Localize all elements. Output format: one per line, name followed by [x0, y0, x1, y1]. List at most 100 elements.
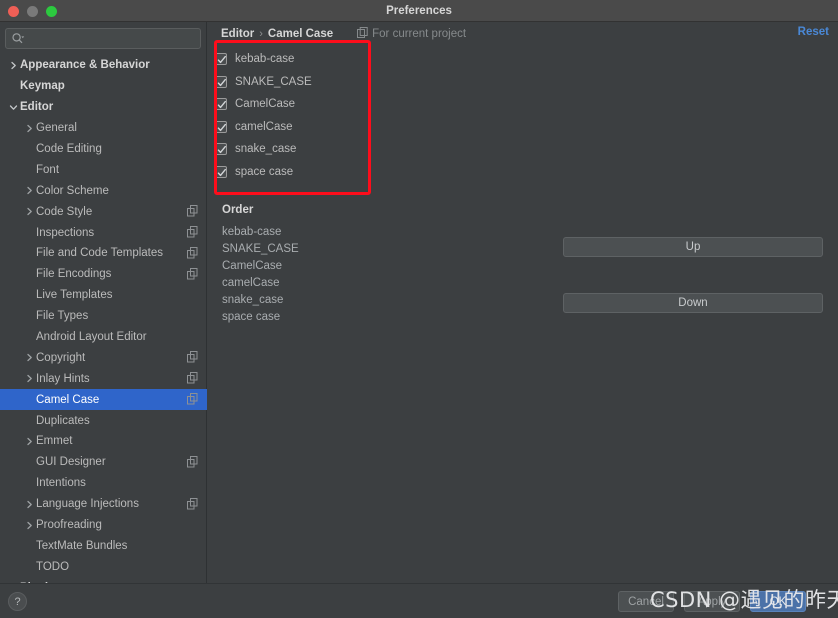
sidebar-item-duplicates[interactable]: Duplicates [0, 410, 207, 431]
checkbox-snake-case[interactable] [215, 75, 227, 88]
copy-settings-icon[interactable] [187, 497, 198, 510]
sidebar-item-file-encodings[interactable]: File Encodings [0, 264, 207, 285]
sidebar-item-live-templates[interactable]: Live Templates [0, 285, 207, 306]
move-down-button[interactable]: Down [563, 293, 823, 313]
sidebar-item-label: TextMate Bundles [36, 539, 128, 552]
dialog-footer: ? Cancel Apply OK [0, 583, 838, 618]
project-scope-label: For current project [372, 28, 467, 40]
checkbox-row[interactable]: CamelCase [215, 93, 515, 116]
settings-detail-pane: Editor › Camel Case For current project … [207, 22, 838, 583]
order-list-item[interactable]: SNAKE_CASE [222, 241, 299, 258]
copy-settings-icon[interactable] [187, 351, 198, 363]
project-scope-indicator: For current project [357, 27, 466, 41]
search-input[interactable] [5, 28, 201, 49]
sidebar-item-label: Language Injections [36, 498, 139, 511]
chevron-down-icon[interactable] [6, 100, 20, 114]
help-button[interactable]: ? [8, 592, 27, 611]
sidebar-item-appearance-behavior[interactable]: Appearance & Behavior [0, 55, 207, 76]
sidebar-item-code-style[interactable]: Code Style [0, 201, 207, 222]
sidebar-item-file-and-code-templates[interactable]: File and Code Templates [0, 243, 207, 264]
order-list-item[interactable]: snake_case [222, 292, 299, 309]
sidebar-item-language-injections[interactable]: Language Injections [0, 494, 207, 515]
sidebar-item-label: Inlay Hints [36, 372, 90, 385]
sidebar-item-intentions[interactable]: Intentions [0, 473, 207, 494]
sidebar-item-general[interactable]: General [0, 118, 207, 139]
cancel-button[interactable]: Cancel [618, 591, 674, 612]
sidebar-item-file-types[interactable]: File Types [0, 306, 207, 327]
chevron-right-icon[interactable] [22, 497, 36, 511]
sidebar-item-label: General [36, 122, 77, 135]
copy-settings-icon[interactable] [187, 393, 198, 405]
move-up-button[interactable]: Up [563, 237, 823, 257]
sidebar-item-camel-case[interactable]: Camel Case [0, 389, 207, 411]
checkbox-row[interactable]: SNAKE_CASE [215, 71, 515, 94]
sidebar-item-editor[interactable]: Editor [0, 97, 207, 118]
sidebar-item-gui-designer[interactable]: GUI Designer [0, 452, 207, 473]
copy-settings-icon[interactable] [187, 455, 198, 468]
sidebar-item-inlay-hints[interactable]: Inlay Hints [0, 368, 207, 389]
order-list-item[interactable]: camelCase [222, 275, 299, 292]
order-list[interactable]: kebab-case SNAKE_CASE CamelCase camelCase sn… [222, 224, 299, 326]
checkbox-row[interactable]: space case [215, 161, 515, 184]
checkbox-snake-case[interactable] [215, 143, 227, 156]
checkbox-row[interactable]: kebab-case [215, 48, 515, 71]
sidebar-item-label: Code Style [36, 205, 93, 218]
order-list-item[interactable]: CamelCase [222, 258, 299, 275]
copy-settings-icon[interactable] [187, 226, 198, 238]
chevron-right-icon[interactable] [22, 351, 36, 365]
sidebar-item-copyright[interactable]: Copyright [0, 347, 207, 368]
chevron-right-icon[interactable] [22, 205, 36, 219]
chevron-right-icon[interactable] [22, 518, 36, 532]
chevron-right-icon[interactable] [22, 184, 36, 198]
sidebar-item-font[interactable]: Font [0, 159, 207, 180]
copy-settings-icon[interactable] [187, 372, 198, 384]
breadcrumb-parent[interactable]: Editor [221, 28, 254, 40]
chevron-right-icon[interactable] [22, 434, 36, 448]
checkbox-label: snake_case [235, 143, 297, 156]
chevron-right-icon[interactable] [22, 121, 36, 135]
sidebar-item-proofreading[interactable]: Proofreading [0, 515, 207, 536]
ok-button[interactable]: OK [750, 591, 806, 612]
sidebar-item-todo[interactable]: TODO [0, 556, 207, 577]
sidebar-item-label: File Encodings [36, 268, 112, 281]
checkbox-space-case[interactable] [215, 165, 227, 178]
order-list-item[interactable]: space case [222, 309, 299, 326]
chevron-right-icon[interactable] [22, 372, 36, 386]
sidebar-item-emmet[interactable]: Emmet [0, 431, 207, 452]
sidebar-item-textmate-bundles[interactable]: TextMate Bundles [0, 535, 207, 556]
sidebar-item-color-scheme[interactable]: Color Scheme [0, 180, 207, 201]
checkbox-camelcase[interactable] [215, 120, 227, 133]
checkbox-row[interactable]: camelCase [215, 116, 515, 139]
order-list-item[interactable]: kebab-case [222, 224, 299, 241]
copy-settings-icon[interactable] [187, 247, 198, 259]
sidebar-item-label: Android Layout Editor [36, 331, 147, 344]
sidebar-item-inspections[interactable]: Inspections [0, 222, 207, 243]
sidebar-item-label: Live Templates [36, 289, 113, 302]
settings-tree[interactable]: Appearance & Behavior Keymap Editor General… [0, 55, 207, 583]
sidebar-item-label: Camel Case [36, 393, 100, 406]
copy-settings-icon[interactable] [187, 267, 198, 280]
apply-button[interactable]: Apply [684, 591, 740, 612]
checkbox-camelcase[interactable] [215, 98, 227, 111]
checkbox-row[interactable]: snake_case [215, 138, 515, 161]
copy-settings-icon[interactable] [187, 205, 198, 217]
sidebar-item-keymap[interactable]: Keymap [0, 76, 207, 97]
chevron-right-icon[interactable] [6, 58, 20, 72]
sidebar-item-code-editing[interactable]: Code Editing [0, 139, 207, 160]
checkbox-label: CamelCase [235, 98, 296, 111]
reset-link[interactable]: Reset [798, 26, 829, 38]
checkbox-kebab-case[interactable] [215, 53, 227, 66]
settings-sidebar: Appearance & Behavior Keymap Editor General… [0, 22, 207, 583]
sidebar-item-android-layout-editor[interactable]: Android Layout Editor [0, 327, 207, 348]
